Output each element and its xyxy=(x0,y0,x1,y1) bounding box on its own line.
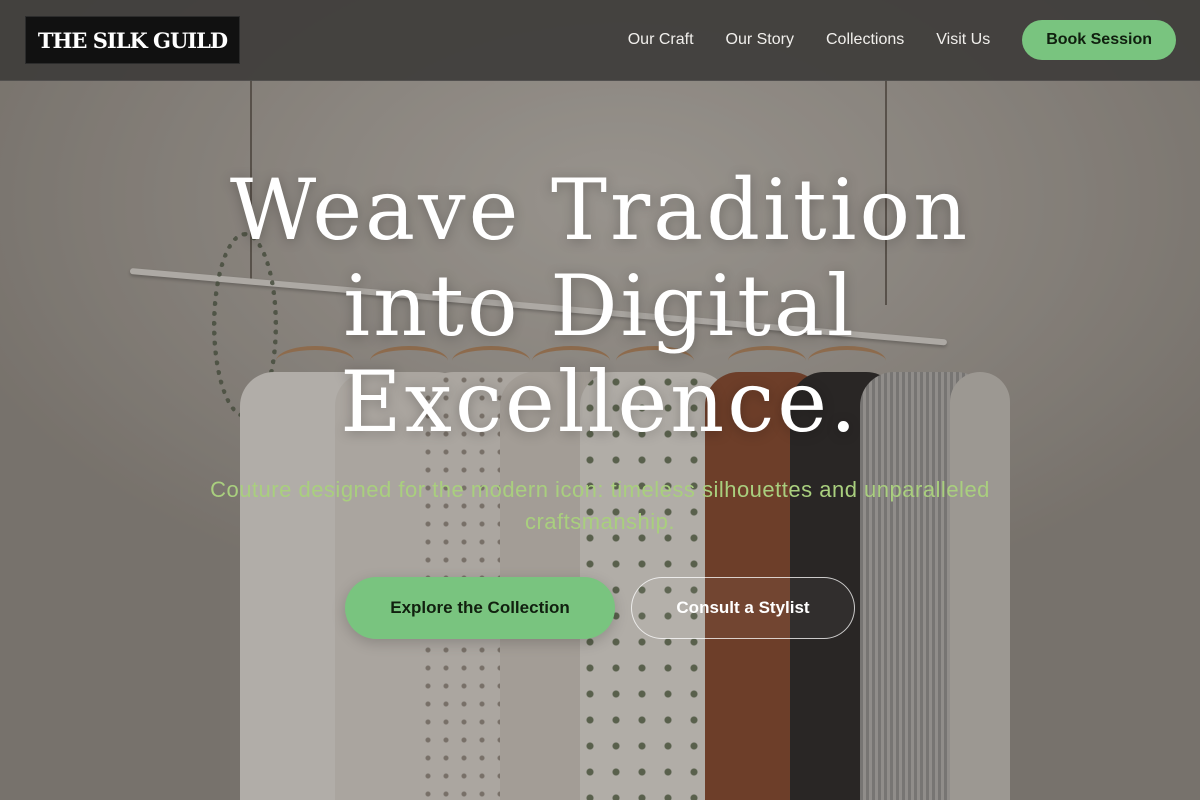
explore-collection-button[interactable]: Explore the Collection xyxy=(345,577,615,639)
brand-logo[interactable]: THE SILK GUILD xyxy=(25,16,240,64)
brand-logo-text: THE SILK GUILD xyxy=(37,27,228,53)
book-session-button[interactable]: Book Session xyxy=(1022,20,1176,60)
hero-headline-line-2: into Digital xyxy=(343,257,857,355)
hero-headline-line-3: Excellence. xyxy=(340,353,860,451)
hero-headline-line-1: Weave Tradition xyxy=(229,161,971,259)
nav-link-our-story[interactable]: Our Story xyxy=(726,31,794,49)
consult-stylist-button[interactable]: Consult a Stylist xyxy=(631,577,855,639)
nav-link-visit-us[interactable]: Visit Us xyxy=(936,31,990,49)
hero-subtitle: Couture designed for the modern icon: ti… xyxy=(210,477,990,534)
nav-link-collections[interactable]: Collections xyxy=(826,31,904,49)
nav-link-our-craft[interactable]: Our Craft xyxy=(628,31,694,49)
hero-headline: Weave Tradition into Digital Excellence. xyxy=(150,162,1050,450)
hero-section: Weave Tradition into Digital Excellence.… xyxy=(0,80,1200,800)
site-header: THE SILK GUILD Our Craft Our Story Colle… xyxy=(0,0,1200,81)
main-nav: Our Craft Our Story Collections Visit Us… xyxy=(628,20,1176,60)
hero-cta-group: Explore the Collection Consult a Stylist xyxy=(0,577,1200,639)
